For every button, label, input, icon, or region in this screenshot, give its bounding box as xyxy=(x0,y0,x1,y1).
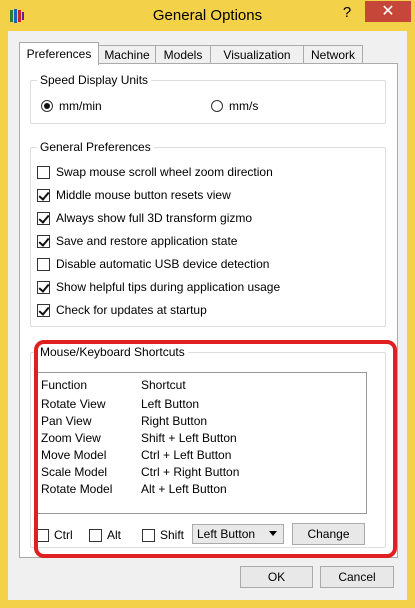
shortcut-cell: Alt + Left Button xyxy=(141,482,227,496)
preference-label: Save and restore application state xyxy=(56,234,238,248)
options-window: General Options ? ✕ Preferences Machine … xyxy=(0,0,415,608)
checkmark-icon xyxy=(38,234,50,247)
function-cell: Zoom View xyxy=(41,431,101,445)
preferences-panel: Speed Display Units mm/min mm/s General … xyxy=(19,63,398,558)
function-cell: Rotate View xyxy=(41,397,106,411)
preference-checkbox-row[interactable]: Disable automatic USB device detection xyxy=(37,257,269,271)
function-cell: Rotate Model xyxy=(41,482,113,496)
general-preferences-group: General Preferences Swap mouse scroll wh… xyxy=(30,140,386,327)
tab-machine[interactable]: Machine xyxy=(98,45,156,64)
preference-checkbox-row[interactable]: Check for updates at startup xyxy=(37,303,207,317)
checkbox-icon[interactable] xyxy=(89,528,102,542)
tab-preferences[interactable]: Preferences xyxy=(19,42,99,65)
checkmark-icon xyxy=(38,211,50,224)
preference-label: Swap mouse scroll wheel zoom direction xyxy=(56,165,273,179)
function-cell: Scale Model xyxy=(41,465,108,479)
checkbox-icon[interactable] xyxy=(37,165,50,179)
title-bar[interactable]: General Options ? ✕ xyxy=(0,0,415,31)
tab-models[interactable]: Models xyxy=(155,45,211,64)
checkbox-icon[interactable] xyxy=(36,528,49,542)
checkmark-icon xyxy=(38,280,50,293)
speed-units-title: Speed Display Units xyxy=(37,73,152,87)
shortcut-cell: Ctrl + Left Button xyxy=(141,448,232,462)
checkmark-icon xyxy=(38,188,50,201)
radio-mm-s[interactable]: mm/s xyxy=(211,99,258,113)
mouse-button-select[interactable]: Left Button xyxy=(192,524,284,544)
preference-checkbox-row[interactable]: Middle mouse button resets view xyxy=(37,188,231,202)
shortcut-cell: Left Button xyxy=(141,397,200,411)
column-header-function[interactable]: Function xyxy=(41,378,87,392)
checkbox-icon[interactable] xyxy=(37,303,50,317)
radio-button-icon[interactable] xyxy=(211,100,223,112)
table-row[interactable]: Rotate View Left Button xyxy=(39,397,359,414)
table-row[interactable]: Rotate Model Alt + Left Button xyxy=(39,482,359,499)
radio-label: mm/min xyxy=(59,99,102,113)
preference-checkbox-row[interactable]: Save and restore application state xyxy=(37,234,237,248)
modifier-label: Alt xyxy=(107,528,122,542)
checkbox-icon[interactable] xyxy=(37,211,50,225)
shortcut-cell: Ctrl + Right Button xyxy=(141,465,240,479)
checkbox-icon[interactable] xyxy=(142,528,155,542)
ok-button[interactable]: OK xyxy=(240,566,313,588)
preference-label: Check for updates at startup xyxy=(56,303,207,317)
radio-button-icon[interactable] xyxy=(41,100,53,112)
checkbox-icon[interactable] xyxy=(37,188,50,202)
tab-network[interactable]: Network xyxy=(303,45,363,64)
modifier-label: Shift xyxy=(160,528,185,542)
select-value: Left Button xyxy=(197,527,256,541)
change-button[interactable]: Change xyxy=(292,523,365,545)
preference-label: Show helpful tips during application usa… xyxy=(56,280,281,294)
radio-label: mm/s xyxy=(229,99,259,113)
shortcuts-group: Mouse/Keyboard Shortcuts Function Shortc… xyxy=(30,345,386,548)
preference-checkbox-row[interactable]: Show helpful tips during application usa… xyxy=(37,280,280,294)
ctrl-modifier[interactable]: Ctrl xyxy=(36,528,73,542)
shortcut-cell: Shift + Left Button xyxy=(141,431,237,445)
checkbox-icon[interactable] xyxy=(37,257,50,271)
preference-checkbox-row[interactable]: Always show full 3D transform gizmo xyxy=(37,211,252,225)
speed-units-group: Speed Display Units mm/min mm/s xyxy=(30,73,386,124)
modifier-label: Ctrl xyxy=(54,528,73,542)
preference-label: Middle mouse button resets view xyxy=(56,188,231,202)
shortcut-cell: Right Button xyxy=(141,414,208,428)
help-button[interactable]: ? xyxy=(338,4,356,22)
shortcuts-table[interactable]: Function Shortcut Rotate View Left Button… xyxy=(36,372,367,514)
cancel-button[interactable]: Cancel xyxy=(320,566,394,588)
checkmark-icon xyxy=(38,303,50,316)
table-row[interactable]: Scale Model Ctrl + Right Button xyxy=(39,465,359,482)
shortcut-editor-row: Ctrl Alt Shift Left Button Change xyxy=(31,523,380,546)
column-header-shortcut[interactable]: Shortcut xyxy=(141,378,186,392)
table-row[interactable]: Zoom View Shift + Left Button xyxy=(39,431,359,448)
tab-visualization[interactable]: Visualization xyxy=(210,45,304,64)
alt-modifier[interactable]: Alt xyxy=(89,528,121,542)
checkbox-icon[interactable] xyxy=(37,234,50,248)
table-row[interactable]: Pan View Right Button xyxy=(39,414,359,431)
preference-label: Disable automatic USB device detection xyxy=(56,257,270,271)
function-cell: Move Model xyxy=(41,448,107,462)
preference-checkbox-row[interactable]: Swap mouse scroll wheel zoom direction xyxy=(37,165,273,179)
radio-mm-min[interactable]: mm/min xyxy=(41,99,102,113)
general-preferences-title: General Preferences xyxy=(37,140,154,154)
shift-modifier[interactable]: Shift xyxy=(142,528,184,542)
function-cell: Pan View xyxy=(41,414,92,428)
checkbox-icon[interactable] xyxy=(37,280,50,294)
table-row[interactable]: Move Model Ctrl + Left Button xyxy=(39,448,359,465)
chevron-down-icon xyxy=(269,531,277,536)
close-button[interactable]: ✕ xyxy=(365,1,411,22)
shortcuts-title: Mouse/Keyboard Shortcuts xyxy=(37,345,188,359)
preference-label: Always show full 3D transform gizmo xyxy=(56,211,253,225)
